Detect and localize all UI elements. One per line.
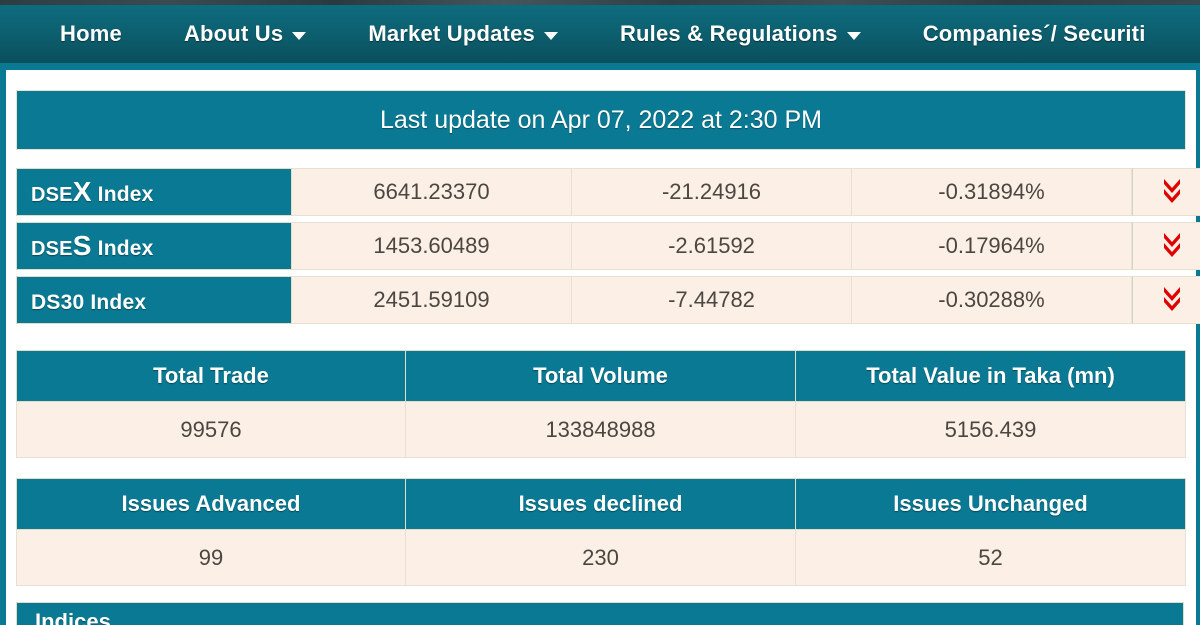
table-row: 99 230 52 bbox=[16, 530, 1186, 586]
index-name-cell: DSEX Index bbox=[16, 168, 292, 216]
table-header-row: Total Trade Total Volume Total Value in … bbox=[16, 350, 1186, 402]
chevron-down-icon bbox=[292, 32, 307, 40]
chevron-down-icon bbox=[543, 32, 558, 40]
index-direction-cell bbox=[1132, 168, 1200, 216]
issues-advanced-value: 99 bbox=[16, 530, 406, 586]
market-summary-content: Last update on Apr 07, 2022 at 2:30 PM D… bbox=[6, 70, 1200, 625]
page-root: Home About Us Market Updates Rules & Reg… bbox=[0, 0, 1200, 625]
index-change: -2.61592 bbox=[572, 222, 852, 270]
table-row[interactable]: DS30 Index 2451.59109 -7.44782 -0.30288% bbox=[16, 276, 1200, 324]
index-name-cell: DSES Index bbox=[16, 222, 292, 270]
index-value: 2451.59109 bbox=[292, 276, 572, 324]
index-table: DSEX Index 6641.23370 -21.24916 -0.31894… bbox=[16, 162, 1200, 330]
totals-table: Total Trade Total Volume Total Value in … bbox=[16, 350, 1186, 458]
column-header-issues-unchanged: Issues Unchanged bbox=[796, 478, 1186, 530]
page-frame-right bbox=[1196, 70, 1200, 625]
total-value-taka: 5156.439 bbox=[796, 402, 1186, 458]
indices-panel-header: Indices bbox=[16, 602, 1184, 625]
index-name-cell: DS30 Index bbox=[16, 276, 292, 324]
column-header-total-value: Total Value in Taka (mn) bbox=[796, 350, 1186, 402]
index-name-prefix: DSE bbox=[31, 184, 73, 206]
table-header-row: Issues Advanced Issues declined Issues U… bbox=[16, 478, 1186, 530]
nav-underline bbox=[0, 63, 1200, 70]
index-name-suffix: Index bbox=[91, 183, 154, 206]
index-percent: -0.17964% bbox=[852, 222, 1132, 270]
last-update-banner: Last update on Apr 07, 2022 at 2:30 PM bbox=[16, 90, 1186, 150]
index-name-letter: X bbox=[72, 176, 92, 207]
last-update-text: Last update on Apr 07, 2022 at 2:30 PM bbox=[380, 105, 822, 134]
nav-item-label: Home bbox=[60, 21, 122, 46]
column-header-total-trade: Total Trade bbox=[16, 350, 406, 402]
nav-item-rules-regulations[interactable]: Rules & Regulations bbox=[620, 21, 861, 47]
indices-panel-title: Indices bbox=[35, 609, 111, 625]
nav-item-about-us[interactable]: About Us bbox=[183, 21, 307, 47]
index-name-suffix: Index bbox=[91, 237, 154, 260]
table-row[interactable]: DSES Index 1453.60489 -2.61592 -0.17964% bbox=[16, 222, 1200, 270]
main-navigation: Home About Us Market Updates Rules & Reg… bbox=[0, 5, 1200, 63]
nav-item-label: Rules & Regulations bbox=[619, 21, 838, 46]
nav-item-home[interactable]: Home bbox=[60, 21, 122, 47]
nav-item-market-updates[interactable]: Market Updates bbox=[368, 21, 558, 47]
index-percent: -0.31894% bbox=[852, 168, 1132, 216]
index-direction-cell bbox=[1132, 222, 1200, 270]
index-direction-cell bbox=[1132, 276, 1200, 324]
double-chevron-down-icon bbox=[1162, 231, 1182, 257]
index-name-letter: S bbox=[72, 230, 92, 261]
index-name-prefix: DSE bbox=[31, 238, 73, 260]
total-trade-value: 99576 bbox=[16, 402, 406, 458]
nav-item-label: Companies´/ Securiti bbox=[922, 21, 1146, 46]
index-change: -21.24916 bbox=[572, 168, 852, 216]
index-value: 6641.23370 bbox=[292, 168, 572, 216]
total-volume-value: 133848988 bbox=[406, 402, 796, 458]
nav-item-label: Market Updates bbox=[368, 21, 535, 46]
column-header-issues-advanced: Issues Advanced bbox=[16, 478, 406, 530]
column-header-issues-declined: Issues declined bbox=[406, 478, 796, 530]
issues-table: Issues Advanced Issues declined Issues U… bbox=[16, 478, 1186, 586]
column-header-total-volume: Total Volume bbox=[406, 350, 796, 402]
issues-unchanged-value: 52 bbox=[796, 530, 1186, 586]
index-percent: -0.30288% bbox=[852, 276, 1132, 324]
nav-item-companies-securities[interactable]: Companies´/ Securiti bbox=[923, 21, 1146, 47]
index-name-prefix: DS30 Index bbox=[31, 291, 147, 314]
double-chevron-down-icon bbox=[1162, 177, 1182, 203]
chevron-down-icon bbox=[846, 32, 861, 40]
nav-item-label: About Us bbox=[183, 21, 284, 46]
index-change: -7.44782 bbox=[572, 276, 852, 324]
table-row[interactable]: DSEX Index 6641.23370 -21.24916 -0.31894… bbox=[16, 168, 1200, 216]
double-chevron-down-icon bbox=[1162, 285, 1182, 311]
table-row: 99576 133848988 5156.439 bbox=[16, 402, 1186, 458]
issues-declined-value: 230 bbox=[406, 530, 796, 586]
index-value: 1453.60489 bbox=[292, 222, 572, 270]
